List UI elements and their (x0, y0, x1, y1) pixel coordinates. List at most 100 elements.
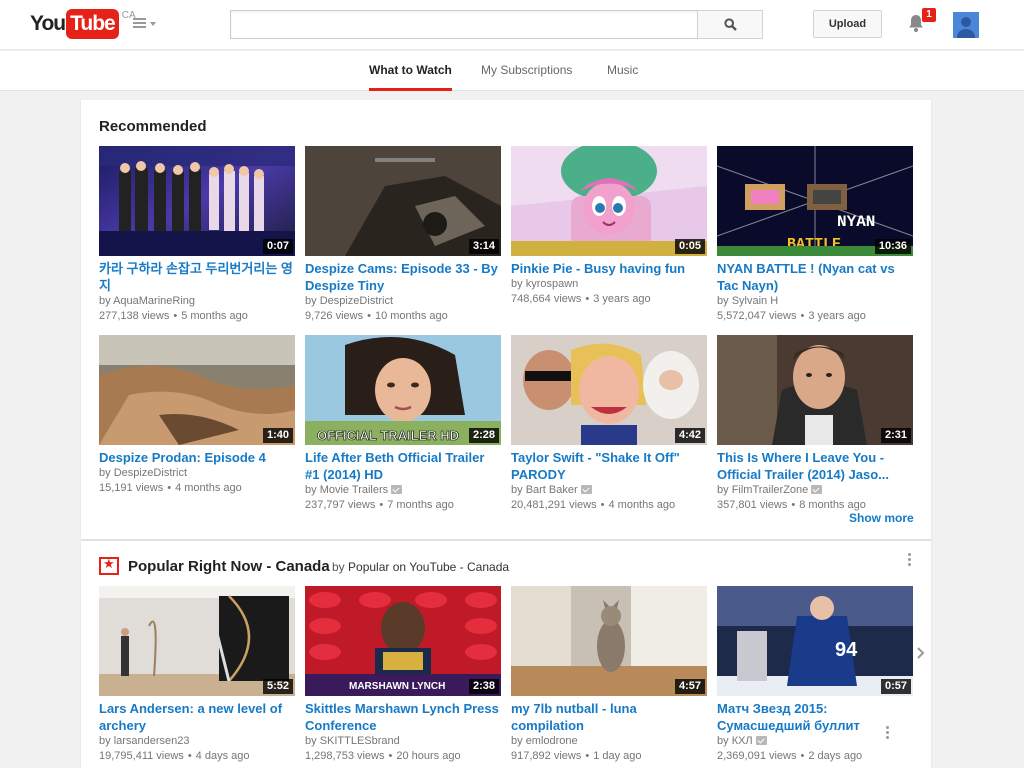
section-menu-icon[interactable] (906, 553, 912, 569)
video-thumbnail[interactable]: NYAN BATTLE 10:36 (717, 146, 913, 256)
view-count: 15,191 views (99, 482, 164, 494)
notification-count-badge: 1 (922, 8, 936, 22)
upload-age: 4 days ago (195, 750, 250, 762)
byline-prefix: by (332, 560, 345, 574)
search-input[interactable] (230, 10, 698, 39)
view-count: 5,572,047 views (717, 310, 797, 322)
channel-link[interactable]: Sylvain H (732, 295, 778, 307)
verified-badge-icon (391, 485, 403, 494)
video-title-link[interactable]: Lars Andersen: a new level of archery (99, 700, 295, 734)
video-duration: 2:31 (880, 428, 911, 443)
video-duration: 0:07 (262, 239, 293, 254)
video-title-link[interactable]: Life After Beth Official Trailer #1 (201… (305, 449, 501, 483)
video-title-link[interactable]: 카라 구하라 손잡고 두리번거리는 영지 (99, 260, 295, 294)
view-count: 1,298,753 views (305, 750, 385, 762)
view-count: 357,801 views (717, 499, 788, 511)
channel-link[interactable]: КХЛ (732, 735, 753, 747)
video-title-link[interactable]: Despize Prodan: Episode 4 (99, 449, 295, 466)
tab-what-to-watch[interactable]: What to Watch (369, 51, 452, 91)
video-menu-icon[interactable] (884, 726, 890, 742)
video-title-link[interactable]: Skittles Marshawn Lynch Press Conference (305, 700, 501, 734)
video-title-link[interactable]: This Is Where I Leave You - Official Tra… (717, 449, 913, 483)
video-stats: 15,191 views • 4 months ago (99, 482, 242, 494)
video-channel: by Movie Trailers (305, 483, 501, 498)
video-channel: by DespizeDistrict (305, 295, 394, 307)
shelf-next-arrow-icon[interactable] (916, 646, 926, 660)
video-title-link[interactable]: my 7lb nutball - luna compilation (511, 700, 707, 734)
video-stats: 2,369,091 views • 2 days ago (717, 750, 863, 762)
tab-my-subscriptions[interactable]: My Subscriptions (481, 51, 572, 91)
video-thumbnail[interactable]: OFFICIAL TRAILER HD 2:28 (305, 335, 501, 445)
video-title-link[interactable]: Despize Cams: Episode 33 - By Despize Ti… (305, 260, 501, 294)
video-item: OFFICIAL TRAILER HD 2:28 Life After Beth… (305, 335, 501, 513)
logo-tube-text: Tube (66, 9, 119, 39)
video-thumbnail[interactable]: 5:52 (99, 586, 295, 696)
view-count: 20,481,291 views (511, 499, 597, 511)
video-duration: 0:05 (674, 239, 705, 254)
channel-link[interactable]: DespizeDistrict (114, 467, 187, 479)
video-duration: 2:28 (468, 428, 499, 443)
video-thumbnail[interactable]: 1:40 (99, 335, 295, 445)
video-duration: 1:40 (262, 428, 293, 443)
video-stats: 748,664 views • 3 years ago (511, 293, 651, 305)
popular-star-icon (99, 556, 119, 575)
popular-title[interactable]: Popular Right Now - Canada (128, 558, 330, 575)
channel-link[interactable]: SKITTLESbrand (320, 735, 400, 747)
video-thumbnail[interactable]: 94 0:57 (717, 586, 913, 696)
channel-link[interactable]: emlodrone (526, 735, 578, 747)
video-item: 5:52 Lars Andersen: a new level of arche… (99, 586, 295, 764)
video-duration: 5:52 (262, 679, 293, 694)
upload-age: 1 day ago (593, 750, 642, 762)
video-duration: 4:57 (674, 679, 705, 694)
video-title-link[interactable]: Pinkie Pie - Busy having fun (511, 260, 707, 277)
video-thumbnail[interactable]: 0:07 (99, 146, 295, 256)
upload-age: 4 months ago (608, 499, 676, 511)
upload-age: 7 months ago (387, 499, 454, 511)
channel-link[interactable]: FilmTrailerZone (732, 484, 809, 496)
guide-menu-icon[interactable] (133, 18, 157, 32)
verified-badge-icon (580, 485, 592, 494)
trailer-thumb-text: OFFICIAL TRAILER HD (317, 428, 459, 443)
search-button[interactable] (697, 10, 763, 39)
feed-tabs: What to Watch My Subscriptions Music (0, 51, 1024, 91)
channel-link[interactable]: Bart Baker (526, 484, 578, 496)
popular-channel-link[interactable]: Popular on YouTube - Canada (348, 560, 509, 574)
video-title-link[interactable]: Taylor Swift - "Shake It Off" PARODY (511, 449, 707, 483)
video-channel: by Sylvain H (717, 295, 779, 307)
logo-you-text: You (30, 12, 66, 35)
video-thumbnail[interactable]: 3:14 (305, 146, 501, 256)
upload-age: 3 years ago (808, 310, 866, 322)
view-count: 748,664 views (511, 293, 582, 305)
channel-link[interactable]: Movie Trailers (320, 484, 388, 496)
video-channel: by DespizeDistrict (99, 467, 188, 479)
video-thumbnail[interactable]: 0:05 (511, 146, 707, 256)
video-stats: 1,298,753 views • 20 hours ago (305, 750, 461, 762)
show-more-link[interactable]: Show more (849, 511, 914, 525)
view-count: 917,892 views (511, 750, 582, 762)
video-channel: by AquaMarineRing (99, 295, 196, 307)
upload-age: 4 months ago (175, 482, 242, 494)
video-title-link[interactable]: NYAN BATTLE ! (Nyan cat vs Tac Nayn) (717, 260, 913, 294)
video-channel: by FilmTrailerZone (717, 483, 913, 498)
upload-age: 20 hours ago (396, 750, 461, 762)
video-thumbnail[interactable]: 2:31 (717, 335, 913, 445)
tab-music[interactable]: Music (607, 51, 638, 91)
youtube-logo[interactable]: You Tube CA (30, 9, 136, 39)
channel-link[interactable]: larsandersen23 (114, 735, 190, 747)
video-thumbnail[interactable]: MARSHAWN LYNCH 2:38 (305, 586, 501, 696)
upload-button[interactable]: Upload (813, 10, 882, 38)
video-item: MARSHAWN LYNCH 2:38 Skittles Marshawn Ly… (305, 586, 501, 764)
video-duration: 4:42 (674, 428, 705, 443)
video-thumbnail[interactable]: 4:57 (511, 586, 707, 696)
channel-link[interactable]: DespizeDistrict (320, 295, 393, 307)
recommended-title: Recommended (99, 118, 207, 135)
nyan-thumb-text: NYAN (837, 213, 875, 231)
video-item: 1:40 Despize Prodan: Episode 4 by Despiz… (99, 335, 295, 496)
channel-link[interactable]: AquaMarineRing (113, 295, 195, 307)
video-thumbnail[interactable]: 4:42 (511, 335, 707, 445)
video-stats: 9,726 views • 10 months ago (305, 310, 448, 322)
account-avatar[interactable] (953, 12, 979, 38)
channel-link[interactable]: kyrospawn (526, 278, 579, 290)
upload-age: 2 days ago (808, 750, 863, 762)
verified-badge-icon (811, 485, 823, 494)
